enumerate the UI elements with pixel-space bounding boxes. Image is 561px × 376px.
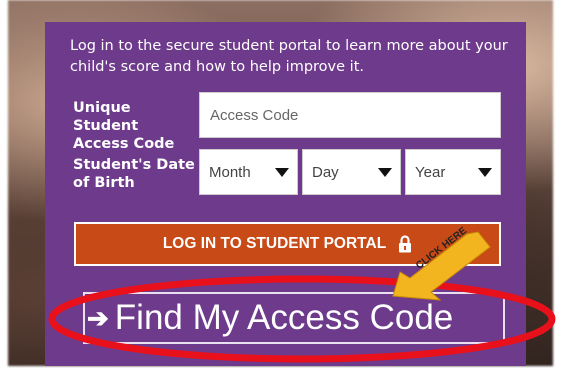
- access-code-label: Unique Student Access Code: [73, 100, 175, 152]
- day-select[interactable]: Day: [302, 149, 401, 195]
- access-code-input[interactable]: [199, 92, 501, 138]
- year-select-value: Year: [415, 163, 446, 181]
- dob-label: Student's Date of Birth: [73, 157, 195, 191]
- month-select[interactable]: Month: [199, 149, 298, 195]
- lock-icon: [398, 235, 412, 253]
- chevron-down-icon: [275, 168, 289, 177]
- chevron-down-icon: [378, 168, 392, 177]
- chevron-down-icon: [478, 168, 492, 177]
- intro-text: Log in to the secure student portal to l…: [70, 38, 508, 75]
- find-access-code-link[interactable]: ➔ Find My Access Code: [83, 292, 505, 344]
- year-select[interactable]: Year: [405, 149, 501, 195]
- day-select-value: Day: [312, 163, 339, 181]
- month-select-value: Month: [209, 163, 251, 181]
- find-access-code-label: Find My Access Code: [114, 298, 454, 337]
- login-panel: Log in to the secure student portal to l…: [45, 22, 526, 366]
- login-button-label: LOG IN TO STUDENT PORTAL: [162, 235, 387, 252]
- arrow-right-icon: ➔: [87, 302, 109, 333]
